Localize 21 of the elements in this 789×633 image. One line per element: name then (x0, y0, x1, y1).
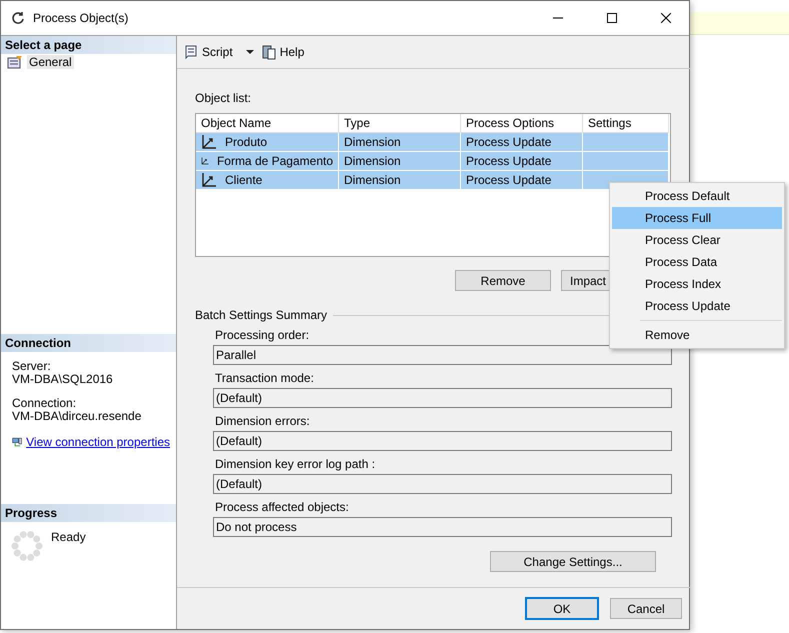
settings-field: (Default) (213, 474, 672, 494)
group-title: Batch Settings Summary (195, 308, 328, 322)
settings-field: Parallel (213, 345, 672, 365)
object-list-label: Object list: (195, 91, 252, 105)
section-heading: Select a page (1, 36, 176, 54)
field-label: Transaction mode: (214, 371, 314, 386)
section-heading: Progress (1, 504, 176, 522)
settings-field: Do not process (213, 517, 672, 537)
field-value: VM-DBA\dirceu.resende (11, 410, 142, 423)
settings-field: (Default) (213, 388, 672, 408)
field-label: Connection: (11, 397, 78, 410)
field-label: Process affected objects: (214, 500, 349, 515)
window-title: Process Object(s) (33, 11, 130, 25)
field-label: Server: (11, 360, 52, 373)
settings-field: (Default) (213, 431, 672, 451)
field-label: Dimension key error log path : (214, 457, 376, 472)
progress-status: Ready (51, 530, 86, 546)
section-heading: Connection (1, 334, 176, 352)
field-value: VM-DBA\SQL2016 (11, 373, 114, 386)
field-label: Dimension errors: (214, 414, 310, 429)
field-label: Processing order: (214, 328, 310, 343)
